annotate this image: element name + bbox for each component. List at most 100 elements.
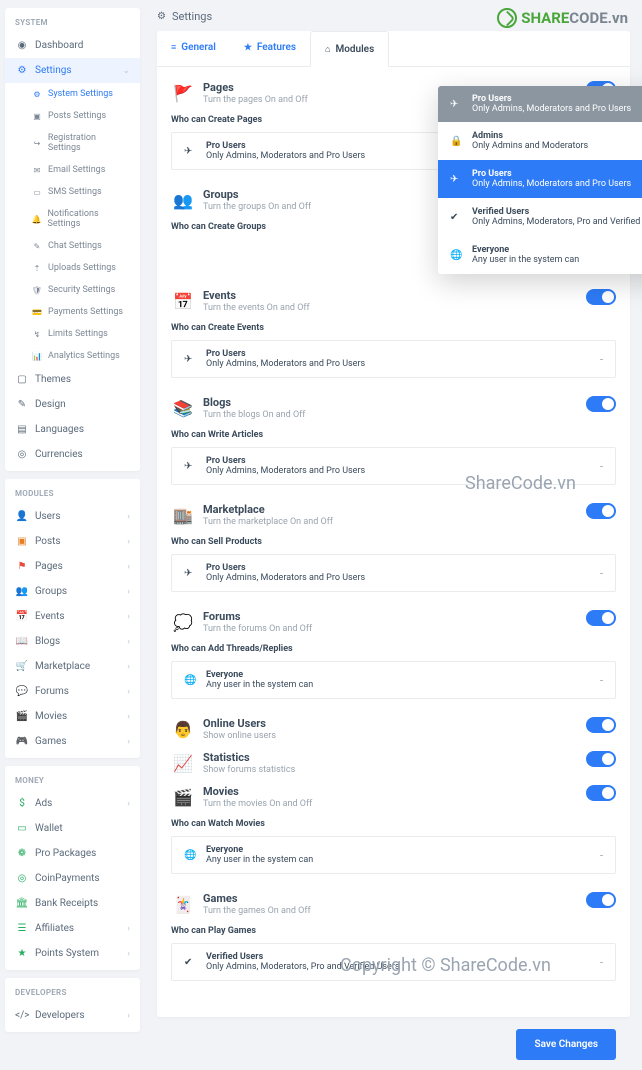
module-title: Forums xyxy=(203,610,586,623)
permission-select[interactable]: ✈Pro UsersOnly Admins, Moderators and Pr… xyxy=(171,554,616,592)
toggle-games[interactable] xyxy=(586,892,616,908)
sub-icon: ↯ xyxy=(31,330,43,339)
module-row-forums: 💭ForumsTurn the forums On and Off xyxy=(171,610,616,634)
main-content: SHARECODE.vn ⚙ Settings ≡General★Feature… xyxy=(145,0,642,1070)
sidebar-item-events[interactable]: 📅 Events › xyxy=(5,604,140,629)
permission-select[interactable]: ✈Pro UsersOnly Admins, Moderators and Pr… xyxy=(171,340,616,378)
module-subtitle: Turn the events On and Off xyxy=(203,303,586,313)
tab-label: Features xyxy=(257,42,296,53)
permission-select[interactable]: ✔Verified UsersOnly Admins, Moderators, … xyxy=(171,943,616,981)
sub-icon: ✎ xyxy=(31,242,43,251)
sidebar-item-pages[interactable]: ⚑Pages› xyxy=(5,554,140,579)
sidebar-subitem-chat-settings[interactable]: ✎Chat Settings xyxy=(5,235,140,257)
sidebar-subitem-posts-settings[interactable]: ▣Posts Settings xyxy=(5,105,140,127)
module-subtitle: Turn the movies On and Off xyxy=(203,799,586,809)
tab-general[interactable]: ≡General xyxy=(157,31,230,66)
sidebar-item-label: Users xyxy=(35,511,61,522)
toggle-blogs[interactable] xyxy=(586,396,616,412)
dropdown-option-pro-users[interactable]: ✈Pro UsersOnly Admins, Moderators and Pr… xyxy=(438,160,642,198)
sidebar-item-blogs[interactable]: 📖Blogs› xyxy=(5,629,140,654)
permission-label: Who can Play Games xyxy=(171,926,616,936)
sidebar-item-games[interactable]: 🎮Games› xyxy=(5,729,140,754)
tab-label: Modules xyxy=(335,44,374,55)
sidebar-subitem-limits-settings[interactable]: ↯Limits Settings xyxy=(5,323,140,345)
module-row-statistics: 📈StatisticsShow forums statistics xyxy=(171,751,616,775)
sidebar-subitem-sms-settings[interactable]: ▭SMS Settings xyxy=(5,181,140,203)
sidebar-subitem-analytics-settings[interactable]: 📊Analytics Settings xyxy=(5,345,140,367)
tab-features[interactable]: ★Features xyxy=(230,31,310,66)
sidebar-item-label: Affiliates xyxy=(35,923,74,934)
toggle-online users[interactable] xyxy=(586,717,616,733)
toggle-statistics[interactable] xyxy=(586,751,616,767)
sidebar-item-bank-receipts[interactable]: 🏛Bank Receipts xyxy=(5,891,140,916)
sidebar-item-wallet[interactable]: ▭Wallet xyxy=(5,816,140,841)
sidebar-subitem-system-settings[interactable]: ⚙System Settings xyxy=(5,83,140,105)
toggle-events[interactable] xyxy=(586,289,616,305)
sidebar-item-pro-packages[interactable]: ❁Pro Packages xyxy=(5,841,140,866)
sidebar-item-users[interactable]: 👤Users› xyxy=(5,504,140,529)
sidebar-item-movies[interactable]: 🎬Movies› xyxy=(5,704,140,729)
sidebar-subitem-uploads-settings[interactable]: ⇡Uploads Settings xyxy=(5,257,140,279)
chevron-icon: › xyxy=(127,537,130,547)
sidebar-subitem-security-settings[interactable]: 🛡Security Settings xyxy=(5,279,140,301)
sidebar-subitem-registration-settings[interactable]: ↪Registration Settings xyxy=(5,127,140,159)
sidebar-item-points-system[interactable]: ★Points System› xyxy=(5,941,140,966)
select-icon: ✈ xyxy=(184,461,198,472)
sidebar-item-languages[interactable]: ▤Languages xyxy=(5,417,140,442)
sidebar-item-label: Blogs xyxy=(35,636,60,647)
sidebar-item-ads[interactable]: $Ads› xyxy=(5,791,140,816)
events-icon: 📅 xyxy=(15,611,29,622)
sidebar-item-marketplace[interactable]: 🛒Marketplace› xyxy=(5,654,140,679)
tab-modules[interactable]: ⌂Modules xyxy=(310,31,389,67)
option-subtitle: Any user in the system can xyxy=(472,255,642,265)
brand-logo: SHARECODE.vn xyxy=(497,8,628,28)
sidebar-item-label: Settings xyxy=(35,65,72,76)
save-button[interactable]: Save Changes xyxy=(516,1029,616,1060)
blogs-icon: 📖 xyxy=(15,636,29,647)
gear-icon: ⚙ xyxy=(157,11,166,22)
sidebar-item-posts[interactable]: ▣Posts› xyxy=(5,529,140,554)
sidebar-item-groups[interactable]: 👥Groups› xyxy=(5,579,140,604)
permission-label: Who can Watch Movies xyxy=(171,819,616,829)
dropdown-option-verified-users[interactable]: ✔Verified UsersOnly Admins, Moderators, … xyxy=(438,198,642,236)
sidebar-subitem-email-settings[interactable]: ✉Email Settings xyxy=(5,159,140,181)
toggle-forums[interactable] xyxy=(586,610,616,626)
sidebar-item-coinpayments[interactable]: ◎CoinPayments xyxy=(5,866,140,891)
toggle-movies[interactable] xyxy=(586,785,616,801)
permission-select[interactable]: 🌐EveryoneAny user in the system can- xyxy=(171,836,616,874)
sidebar-item-label: Events xyxy=(35,611,65,622)
sidebar-item-settings[interactable]: ⚙Settings⌄ xyxy=(5,58,140,83)
sidebar-subitem-payments-settings[interactable]: 💳Payments Settings xyxy=(5,301,140,323)
option-icon: ✔ xyxy=(450,212,464,223)
sidebar-item-affiliates[interactable]: ☰Affiliates› xyxy=(5,916,140,941)
movies-icon: 🎬 xyxy=(171,785,195,809)
sub-icon: 📊 xyxy=(31,352,43,361)
chevron-icon: › xyxy=(127,612,130,622)
sidebar-item-forums[interactable]: 💬Forums› xyxy=(5,679,140,704)
sidebar-item-currencies[interactable]: ◎Currencies xyxy=(5,442,140,467)
select-title: Verified Users xyxy=(206,952,592,962)
sub-icon: 🔔 xyxy=(31,215,42,224)
module-subtitle: Turn the blogs On and Off xyxy=(203,410,586,420)
sub-icon: ✉ xyxy=(31,166,43,175)
sidebar-item-design[interactable]: ✎Design xyxy=(5,392,140,417)
dropdown-option-admins[interactable]: 🔒AdminsOnly Admins and Moderators xyxy=(438,122,642,160)
permission-dropdown[interactable]: ✈Pro UsersOnly Admins, Moderators and Pr… xyxy=(438,86,642,274)
tab-label: General xyxy=(181,42,216,53)
chevron-icon: › xyxy=(127,737,130,747)
permission-select[interactable]: 🌐EveryoneAny user in the system can- xyxy=(171,661,616,699)
sidebar-subitem-label: Uploads Settings xyxy=(48,263,116,273)
sidebar-item-dashboard[interactable]: ◉Dashboard xyxy=(5,33,140,58)
sidebar-subitem-notifications-settings[interactable]: 🔔Notifications Settings xyxy=(5,203,140,235)
dash-icon: - xyxy=(600,849,603,862)
blogs-icon: 📚 xyxy=(171,396,195,420)
dropdown-option-everyone[interactable]: 🌐EveryoneAny user in the system can xyxy=(438,236,642,274)
sidebar-item-developers[interactable]: </>Developers› xyxy=(5,1003,140,1028)
sidebar-group-header: DEVELOPERS xyxy=(5,978,140,1003)
sidebar-item-label: Themes xyxy=(35,374,71,385)
affiliates-icon: ☰ xyxy=(15,923,29,934)
permission-select[interactable]: ✈Pro UsersOnly Admins, Moderators and Pr… xyxy=(171,447,616,485)
dropdown-header[interactable]: ✈Pro UsersOnly Admins, Moderators and Pr… xyxy=(438,86,642,122)
sidebar-item-themes[interactable]: ▢Themes xyxy=(5,367,140,392)
toggle-marketplace[interactable] xyxy=(586,503,616,519)
